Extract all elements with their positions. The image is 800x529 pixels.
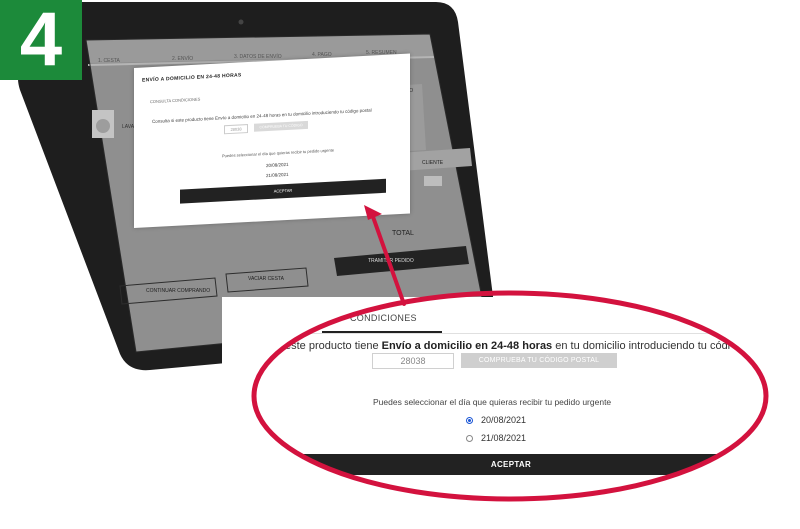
- modal-footer-space: [222, 475, 800, 529]
- delivery-info-text: si este producto tiene Envío a domicilio…: [274, 340, 730, 352]
- modal-check-zip-button[interactable]: COMPRUEBA TU CÓDIGO POSTAL: [254, 120, 308, 137]
- info-bold: Envío a domicilio en 24-48 horas: [381, 340, 553, 352]
- radio-unselected-icon[interactable]: [466, 434, 473, 442]
- date-option-1[interactable]: 20/08/2021: [466, 415, 526, 425]
- date-option-2[interactable]: 21/08/2021: [466, 433, 526, 443]
- step-number-badge: 4: [0, 0, 82, 80]
- radio-selected-icon[interactable]: [466, 416, 473, 424]
- modal-title: ENVÍO A DOMICILIO EN 24-48 HORAS: [142, 72, 242, 84]
- modal-date-option[interactable]: 20/08/2021: [266, 162, 289, 168]
- modal-tab[interactable]: CONSULTA CONDICIONES: [150, 97, 200, 105]
- delivery-modal: ENVÍO A DOMICILIO EN 24-48 HORAS CONSULT…: [134, 53, 410, 228]
- select-day-text: Puedes seleccionar el día que quieras re…: [373, 397, 612, 407]
- modal-date-option[interactable]: 21/08/2021: [266, 172, 289, 178]
- modal-info-text: Consulta si este producto tiene Envío a …: [152, 107, 372, 125]
- check-postal-code-button[interactable]: COMPRUEBA TU CÓDIGO POSTAL: [461, 353, 617, 368]
- info-prefix: si este producto tiene: [274, 340, 382, 352]
- info-suffix: en tu domicilio introduciendo tu códi: [552, 340, 731, 352]
- active-tab-indicator: [322, 331, 442, 333]
- tab-conditions[interactable]: CONDICIONES: [350, 313, 417, 323]
- tab-bar: CONDICIONES: [222, 309, 800, 334]
- modal-select-text: Puedes seleccionar el día que quieras re…: [222, 147, 335, 159]
- zoom-callout: CONDICIONES si este producto tiene Envío…: [222, 297, 800, 529]
- postal-code-input[interactable]: 28038: [372, 353, 454, 369]
- tutorial-image: 1. CESTA 2. ENVÍO 3. DATOS DE ENVÍO 4. P…: [0, 0, 800, 529]
- accept-button[interactable]: ACEPTAR: [222, 454, 800, 475]
- modal-zip-field[interactable]: 28038: [224, 124, 248, 135]
- date-label: 21/08/2021: [481, 433, 527, 443]
- modal-accept-button[interactable]: ACEPTAR: [180, 178, 386, 204]
- date-label: 20/08/2021: [481, 415, 527, 425]
